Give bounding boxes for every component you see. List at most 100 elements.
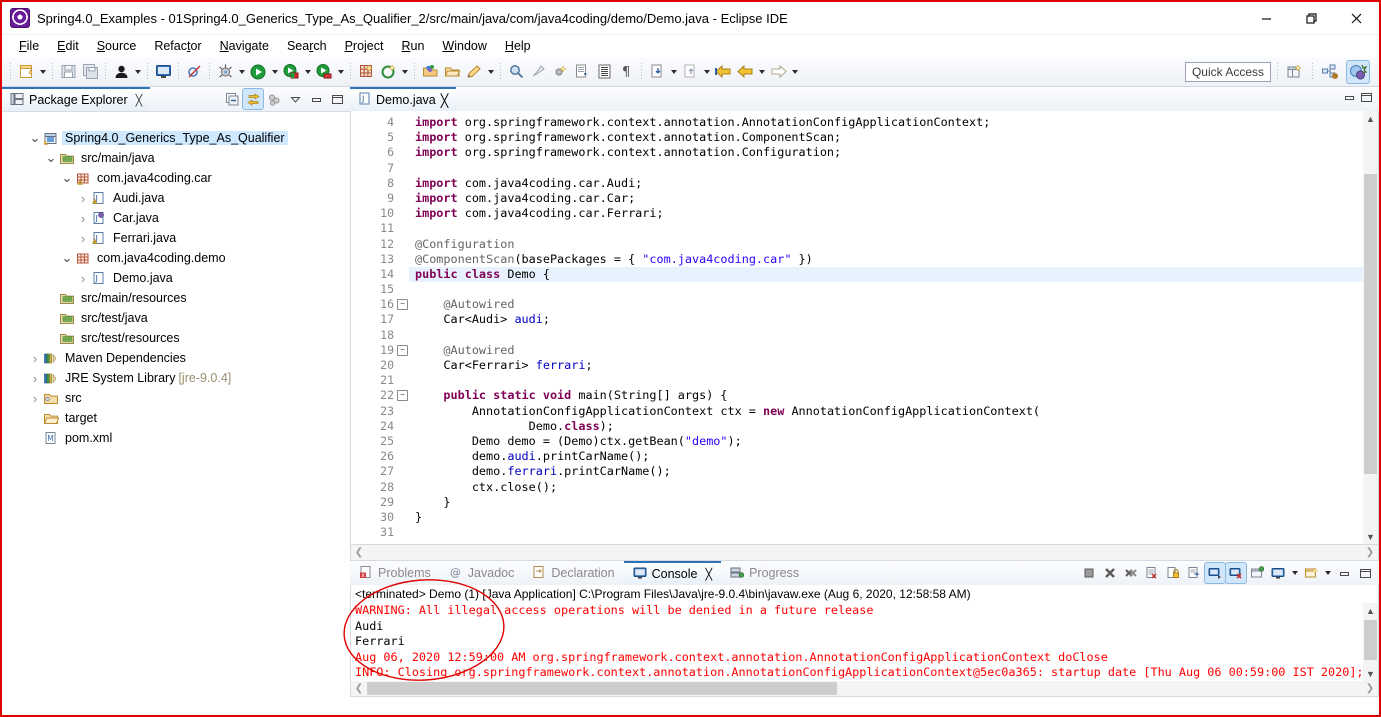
minimize-icon[interactable]	[1334, 563, 1354, 583]
chevron-right-icon[interactable]: ›	[76, 271, 90, 286]
remove-all-launches-icon[interactable]	[1121, 563, 1141, 583]
next-annotation-dropdown-icon[interactable]	[701, 61, 712, 83]
maximize-icon[interactable]	[1360, 91, 1373, 107]
close-icon[interactable]: ╳	[705, 568, 712, 581]
back-icon[interactable]	[734, 61, 756, 83]
console-vertical-scrollbar[interactable]: ▲ ▼	[1363, 603, 1378, 681]
run-dropdown-icon[interactable]	[269, 61, 280, 83]
run-external-dropdown-icon[interactable]	[302, 61, 313, 83]
next-annotation-icon[interactable]	[679, 61, 701, 83]
editor-vertical-scrollbar[interactable]: ▲ ▼	[1363, 111, 1378, 545]
toggle-whitespace-icon[interactable]	[549, 61, 571, 83]
code-line[interactable]: @Autowired	[409, 297, 1363, 312]
run-coverage-icon[interactable]	[313, 61, 335, 83]
code-line[interactable]: import org.springframework.context.annot…	[409, 145, 1363, 160]
scroll-left-icon[interactable]: ❮	[351, 547, 367, 558]
chevron-right-icon[interactable]: ›	[28, 391, 42, 406]
tree-item-audi-java[interactable]: › J Audi.java	[2, 188, 350, 208]
tree-item-pom-xml[interactable]: Mpom.xml	[2, 428, 350, 448]
tab-javadoc[interactable]: @ Javadoc	[440, 561, 524, 585]
code-line[interactable]: demo.ferrari.printCarName();	[409, 464, 1363, 479]
code-line[interactable]: demo.audi.printCarName();	[409, 449, 1363, 464]
tab-package-explorer[interactable]: Package Explorer ╳	[2, 87, 151, 111]
previous-annotation-icon[interactable]	[646, 61, 668, 83]
debug-dropdown-icon[interactable]	[236, 61, 247, 83]
tree-item-com-java4coding-car[interactable]: ⌄ com.java4coding.car	[2, 168, 350, 188]
menu-item-navigate[interactable]: Navigate	[211, 37, 278, 55]
new-wizard-icon[interactable]	[15, 61, 37, 83]
chevron-down-icon[interactable]: ⌄	[28, 131, 42, 144]
scrollbar-track[interactable]	[367, 682, 1362, 695]
tree-item-src-test-resources[interactable]: src/test/resources	[2, 328, 350, 348]
chevron-right-icon[interactable]: ›	[76, 231, 90, 246]
show-console-on-output-icon[interactable]	[1204, 562, 1226, 585]
edit-icon[interactable]	[463, 61, 485, 83]
package-explorer-tree[interactable]: ⌄ Spring4.0_Generics_Type_As_Qualifier ⌄ sr…	[2, 111, 350, 697]
open-console-icon[interactable]	[152, 61, 174, 83]
new-java-project-icon[interactable]	[355, 61, 377, 83]
java-perspective-icon[interactable]	[1319, 61, 1341, 83]
close-button[interactable]	[1334, 2, 1379, 34]
code-line[interactable]: AnnotationConfigApplicationContext ctx =…	[409, 404, 1363, 419]
remove-launch-icon[interactable]	[1100, 563, 1120, 583]
code-line[interactable]	[409, 282, 1363, 297]
tab-console[interactable]: Console ╳	[623, 561, 722, 586]
code-line[interactable]: import com.java4coding.car.Ferrari;	[409, 206, 1363, 221]
menu-item-run[interactable]: Run	[392, 37, 433, 55]
code-line[interactable]: public static void main(String[] args) {	[409, 388, 1363, 403]
chevron-right-icon[interactable]: ›	[76, 211, 90, 226]
minimize-button[interactable]	[1244, 2, 1289, 34]
code-line[interactable]: import com.java4coding.car.Audi;	[409, 176, 1363, 191]
open-console-icon[interactable]	[1301, 563, 1321, 583]
chevron-right-icon[interactable]: ›	[76, 191, 90, 206]
tab-progress[interactable]: Progress	[721, 561, 808, 585]
code-line[interactable]: Car<Ferrari> ferrari;	[409, 358, 1363, 373]
open-type-icon[interactable]	[419, 61, 441, 83]
fold-toggle-icon[interactable]: −	[397, 297, 409, 312]
editor-horizontal-scrollbar[interactable]: ❮ ❯	[350, 545, 1379, 562]
tree-item-spring4-0-generics-type-as-qualifier[interactable]: ⌄ Spring4.0_Generics_Type_As_Qualifier	[2, 128, 350, 148]
display-selected-console-dropdown-icon[interactable]	[1289, 562, 1300, 584]
scroll-lock-icon[interactable]	[1163, 563, 1183, 583]
maximize-icon[interactable]	[327, 89, 347, 109]
tree-item-car-java[interactable]: › J Car.java	[2, 208, 350, 228]
tree-item-maven-dependencies[interactable]: › Maven Dependencies	[2, 348, 350, 368]
terminate-icon[interactable]	[1079, 563, 1099, 583]
forward-icon[interactable]	[767, 61, 789, 83]
code-line[interactable]: public class Demo {	[409, 266, 1363, 283]
tree-item-src[interactable]: › src	[2, 388, 350, 408]
code-line[interactable]: @Autowired	[409, 343, 1363, 358]
fold-toggle-icon[interactable]: −	[397, 343, 409, 358]
open-console-dropdown-icon[interactable]	[1322, 562, 1333, 584]
close-icon[interactable]: ╳	[441, 93, 449, 108]
run-external-tools-icon[interactable]	[280, 61, 302, 83]
search-icon[interactable]	[505, 61, 527, 83]
tree-item-src-main-resources[interactable]: src/main/resources	[2, 288, 350, 308]
menu-item-project[interactable]: Project	[336, 37, 393, 55]
previous-annotation-dropdown-icon[interactable]	[668, 61, 679, 83]
menu-item-window[interactable]: Window	[433, 37, 495, 55]
scroll-right-icon[interactable]: ❯	[1362, 547, 1378, 558]
console-output[interactable]: WARNING: All illegal access operations w…	[351, 603, 1363, 681]
skip-breakpoints-icon[interactable]	[183, 61, 205, 83]
code-line[interactable]	[409, 373, 1363, 388]
close-icon[interactable]: ╳	[136, 94, 143, 107]
toggle-block-selection-icon[interactable]	[593, 61, 615, 83]
new-wizard-dropdown-icon[interactable]	[37, 61, 48, 83]
scroll-up-icon[interactable]: ▲	[1363, 603, 1378, 618]
debug-perspective-icon[interactable]	[1346, 59, 1370, 84]
code-line[interactable]: }	[409, 510, 1363, 525]
open-perspective-icon[interactable]	[1284, 61, 1306, 83]
link-with-editor-icon[interactable]	[242, 88, 264, 110]
chevron-right-icon[interactable]: ›	[28, 351, 42, 366]
menu-item-refactor[interactable]: Refactor	[145, 37, 210, 55]
open-task-icon[interactable]	[441, 61, 463, 83]
tree-item-src-main-java[interactable]: ⌄ src/main/java	[2, 148, 350, 168]
console-horizontal-scrollbar[interactable]: ❮ ❯	[351, 681, 1378, 696]
externalize-strings-icon[interactable]	[571, 61, 593, 83]
code-line[interactable]: @ComponentScan(basePackages = { "com.jav…	[409, 252, 1363, 267]
scrollbar-thumb[interactable]	[1364, 174, 1377, 474]
scroll-down-icon[interactable]: ▼	[1363, 529, 1378, 544]
tree-item-jre-system-library[interactable]: › JRE System Library [jre-9.0.4]	[2, 368, 350, 388]
forward-dropdown-icon[interactable]	[789, 61, 800, 83]
